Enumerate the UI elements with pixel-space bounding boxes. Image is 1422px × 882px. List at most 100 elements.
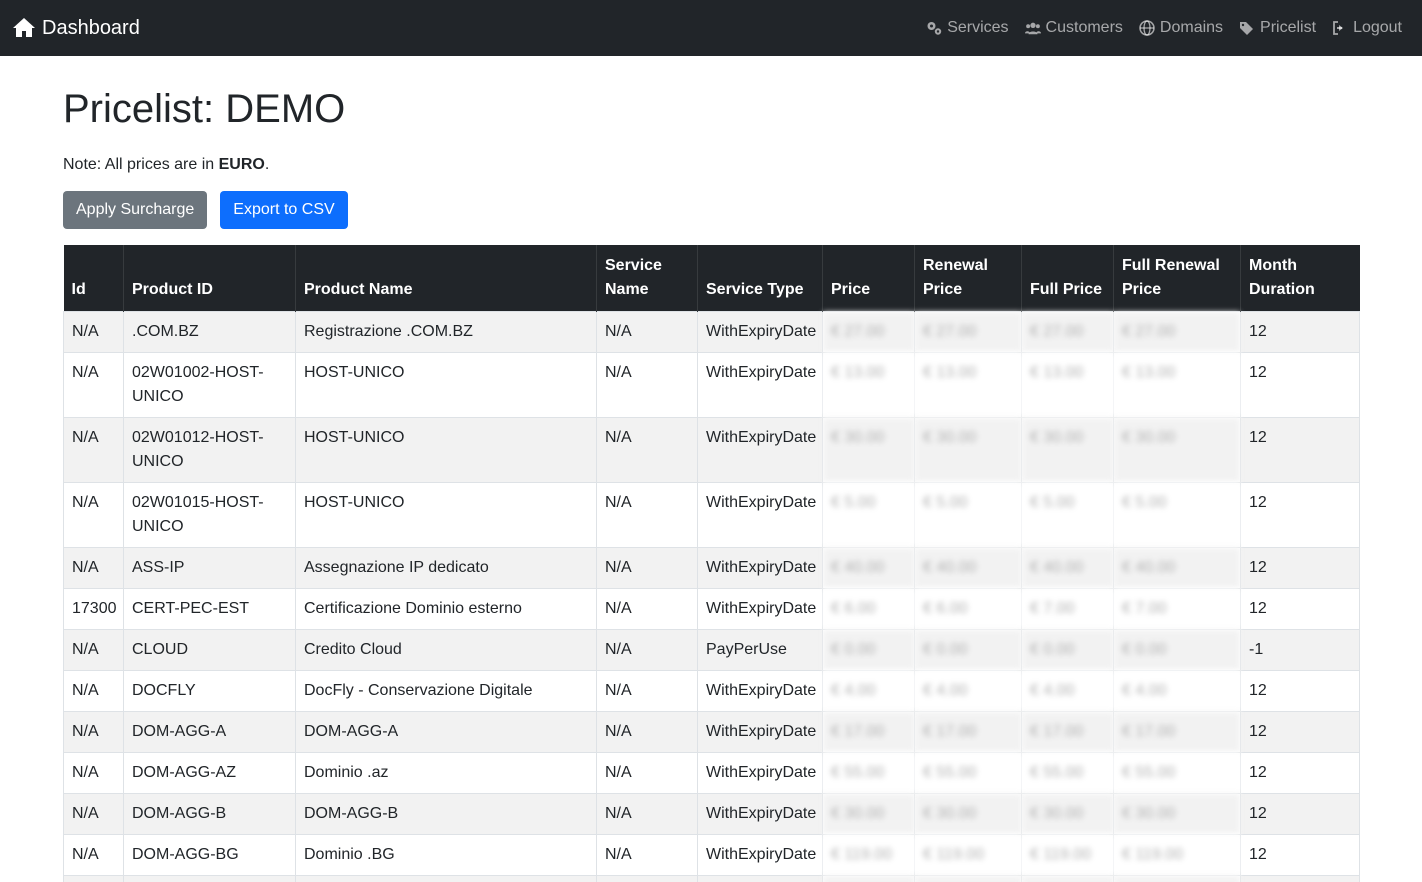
header-row: Id Product ID Product Name Service Name Serv… xyxy=(63,245,1360,311)
table-cell: € 55.00 xyxy=(1113,751,1241,794)
table-cell: HOST-UNICO xyxy=(295,351,597,418)
table-cell: € 0.00 xyxy=(1021,874,1114,882)
nav-link-customers[interactable]: Customers xyxy=(1024,19,1123,37)
table-cell: DOM-AGG-BG xyxy=(123,833,296,876)
table-row: N/A 02W01002-HOST-UNICO HOST-UNICO N/A WithE… xyxy=(63,351,1360,418)
table-cell: € 119.00 xyxy=(822,833,915,876)
table-body: N/A .COM.BZ Registrazione .COM.BZ N/A WithEx… xyxy=(63,310,1360,882)
table-cell: € 5.00 xyxy=(822,481,915,548)
nav-link-logout[interactable]: Logout xyxy=(1332,19,1402,37)
table-cell: € 13.00 xyxy=(822,351,915,418)
table-cell: € 119.00 xyxy=(1021,833,1114,876)
table-cell: WithExpiryDate xyxy=(697,416,823,483)
table-cell: DOCFLY xyxy=(123,669,296,712)
table-cell: € 30.00 xyxy=(822,416,915,483)
table-cell: € 40.00 xyxy=(822,546,915,589)
table-cell: € 13.00 xyxy=(914,351,1022,418)
table-cell: DOM-AGG-C xyxy=(123,874,296,882)
table-cell: € 30.00 xyxy=(1113,792,1241,835)
table-cell: € 30.00 xyxy=(1113,416,1241,483)
table-row: 17300 CERT-PEC-EST Certificazione Dominio … xyxy=(63,587,1360,630)
nav-links: Services Customers Domains Pricelist Log… xyxy=(926,19,1410,37)
nav-link-domains[interactable]: Domains xyxy=(1139,19,1223,37)
nav-link-label: Logout xyxy=(1353,19,1402,36)
sign-out-icon xyxy=(1333,21,1344,35)
table-cell: € 0.00 xyxy=(822,874,915,882)
table-cell: € 17.00 xyxy=(1021,710,1114,753)
table-cell: N/A xyxy=(63,546,124,589)
table-cell: DOM-AGG-AZ xyxy=(123,751,296,794)
table-cell: WithExpiryDate xyxy=(697,481,823,548)
table-cell: € 0.00 xyxy=(1113,628,1241,671)
table-cell: WithExpiryDate xyxy=(697,792,823,835)
apply-surcharge-button[interactable]: Apply Surcharge xyxy=(63,191,208,229)
table-cell: HOST-UNICO xyxy=(295,416,597,483)
table-cell: € 0.00 xyxy=(914,874,1022,882)
table-cell: WithExpiryDate xyxy=(697,833,823,876)
table-cell: N/A xyxy=(596,587,698,630)
table-cell: € 27.00 xyxy=(822,310,915,353)
table-cell: DocFly - Conservazione Digitale xyxy=(295,669,597,712)
globe-icon xyxy=(1139,20,1155,36)
table-cell: € 17.00 xyxy=(822,710,915,753)
table-cell: 12 xyxy=(1240,587,1360,630)
table-cell: € 4.00 xyxy=(822,669,915,712)
table-header: Id Product ID Product Name Service Name Serv… xyxy=(63,245,1360,311)
table-cell: € 27.00 xyxy=(1021,310,1114,353)
dashboard-brand-link[interactable]: Dashboard xyxy=(12,16,140,40)
table-cell: € 13.00 xyxy=(1021,351,1114,418)
table-cell: WithExpiryDate xyxy=(697,710,823,753)
table-row: N/A 02W01012-HOST-UNICO HOST-UNICO N/A WithE… xyxy=(63,416,1360,483)
table-cell: € 55.00 xyxy=(1021,751,1114,794)
table-cell: WithExpiryDate xyxy=(697,874,823,882)
pricelist-table: Id Product ID Product Name Service Name Serv… xyxy=(63,245,1360,882)
export-csv-button[interactable]: Export to CSV xyxy=(220,191,348,229)
table-cell: Registrazione .COM.BZ xyxy=(295,310,597,353)
note-currency: EURO xyxy=(218,156,265,173)
table-cell: N/A xyxy=(596,481,698,548)
table-cell: € 0.00 xyxy=(1113,874,1241,882)
table-cell: N/A xyxy=(596,416,698,483)
note-prefix: Note: All prices are in xyxy=(63,156,219,173)
table-cell: Certificazione Dominio esterno xyxy=(295,587,597,630)
brand-label: Dashboard xyxy=(42,16,140,39)
table-cell: DOM-AGG-A xyxy=(295,710,597,753)
table-cell: € 0.00 xyxy=(1021,628,1114,671)
table-cell: € 4.00 xyxy=(1021,669,1114,712)
table-cell: WithExpiryDate xyxy=(697,546,823,589)
table-cell: N/A xyxy=(63,310,124,353)
table-cell: € 27.00 xyxy=(914,310,1022,353)
table-cell: 12 xyxy=(1240,792,1360,835)
table-cell: € 0.00 xyxy=(822,628,915,671)
table-cell: 12 xyxy=(1240,546,1360,589)
table-cell: N/A xyxy=(596,874,698,882)
nav-link-label: Customers xyxy=(1045,19,1123,36)
table-cell: N/A xyxy=(596,628,698,671)
table-cell: 02W01002-HOST-UNICO xyxy=(123,351,296,418)
table-cell: N/A xyxy=(596,310,698,353)
table-cell: € 27.00 xyxy=(1113,310,1241,353)
action-buttons: Apply Surcharge Export to CSV xyxy=(63,191,1359,229)
column-header: Product Name xyxy=(295,245,597,311)
table-row: N/A DOM-AGG-AZ Dominio .az N/A WithExpiryDat… xyxy=(63,751,1360,794)
top-navbar: Dashboard Services Customers Domains Pri… xyxy=(0,0,1422,56)
table-cell: € 40.00 xyxy=(914,546,1022,589)
main-content: Pricelist: DEMO Note: All prices are in … xyxy=(0,85,1422,882)
table-cell: N/A xyxy=(596,351,698,418)
column-header: Month Duration xyxy=(1240,245,1360,311)
table-cell: € 7.00 xyxy=(1113,587,1241,630)
table-row: N/A ASS-IP Assegnazione IP dedicato N/A With… xyxy=(63,546,1360,589)
table-cell: Credito Cloud xyxy=(295,628,597,671)
nav-link-pricelist[interactable]: Pricelist xyxy=(1239,19,1316,37)
table-row: N/ADOM-AGG-CDOM-AGG-CN/AWithExpiryDate€ … xyxy=(63,874,1360,882)
table-cell: N/A xyxy=(63,710,124,753)
tags-icon xyxy=(1240,22,1254,35)
nav-link-services[interactable]: Services xyxy=(926,19,1009,37)
table-cell: CERT-PEC-EST xyxy=(123,587,296,630)
table-cell: € 30.00 xyxy=(914,416,1022,483)
table-row: N/A CLOUD Credito Cloud N/A PayPerUse € 0.00 €… xyxy=(63,628,1360,671)
table-cell: € 6.00 xyxy=(822,587,915,630)
table-cell: € 30.00 xyxy=(914,792,1022,835)
table-cell: Dominio .BG xyxy=(295,833,597,876)
table-cell: WithExpiryDate xyxy=(697,587,823,630)
